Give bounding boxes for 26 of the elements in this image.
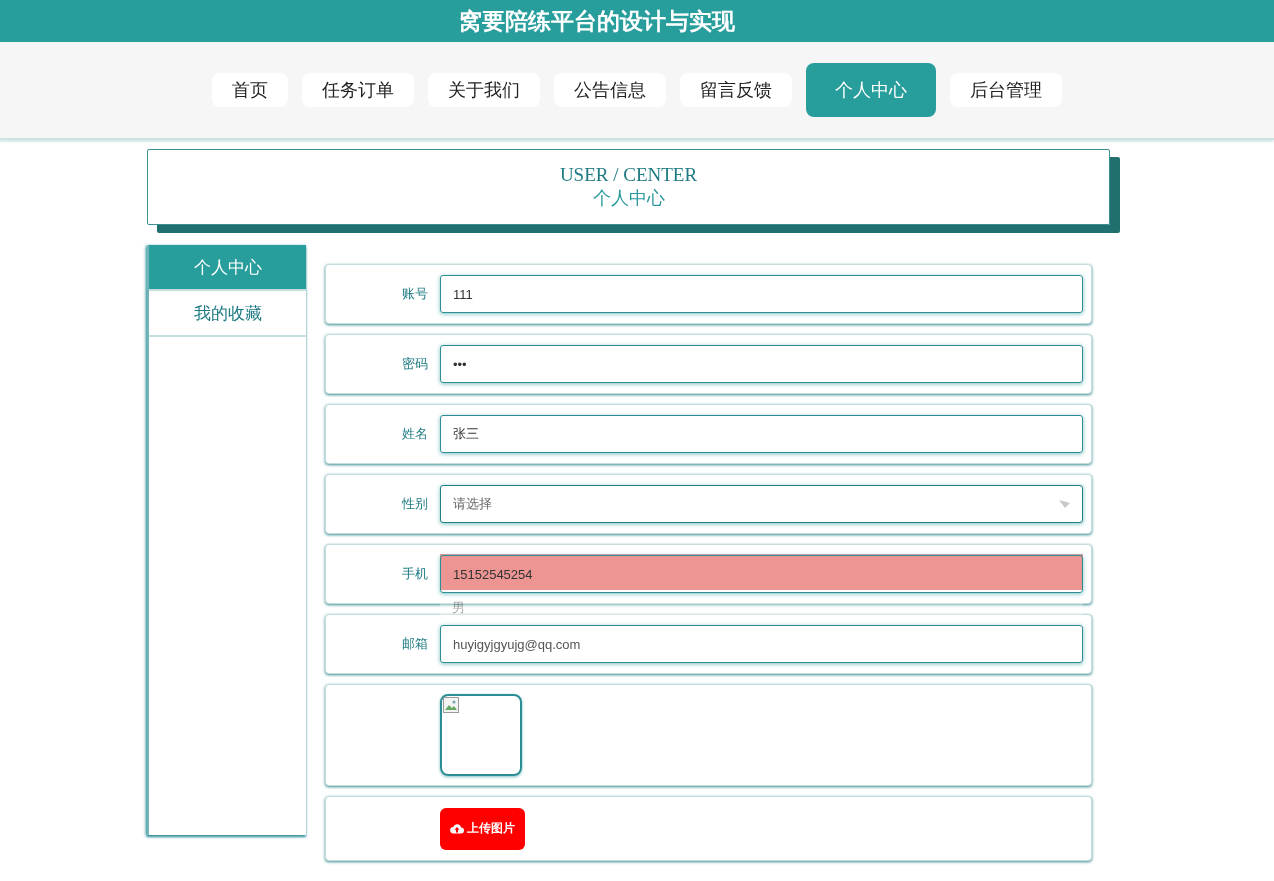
upload-button[interactable]: 上传图片 [440, 807, 525, 850]
nav-tab[interactable]: 任务订单 [302, 73, 414, 107]
field-label: 手机 [401, 565, 429, 583]
nav-tab[interactable]: 留言反馈 [680, 73, 792, 107]
nav-tab[interactable]: 关于我们 [428, 73, 540, 107]
cloud-upload-icon [450, 823, 464, 834]
nav-tab[interactable]: 首页 [212, 73, 288, 107]
caret-icon [1059, 500, 1070, 508]
nav-tab[interactable]: 后台管理 [950, 73, 1062, 107]
site-title: 窝要陪练平台的设计与实现 [459, 6, 735, 36]
input-field[interactable]: ••• [440, 345, 1083, 383]
field-label: 性别 [401, 495, 429, 513]
broken-image-icon [443, 697, 459, 713]
banner-title-en: USER / CENTER [559, 164, 698, 186]
field-label: 邮箱 [401, 635, 429, 653]
input-field[interactable]: huyigyjgyujg@qq.com [440, 625, 1083, 663]
field-label: 姓名 [401, 425, 429, 443]
field-label: 密码 [401, 355, 429, 373]
input-field[interactable]: 张三 [440, 415, 1083, 453]
sidebar-item[interactable]: 我的收藏 [149, 291, 306, 337]
select-field[interactable]: 请选择 [440, 485, 1083, 523]
nav-tab[interactable]: 公告信息 [554, 73, 666, 107]
input-field[interactable]: 111 [440, 275, 1083, 313]
banner-title: 个人中心 [592, 187, 665, 210]
input-field[interactable]: 15152545254 [440, 555, 1083, 593]
field-label: 账号 [401, 285, 429, 303]
